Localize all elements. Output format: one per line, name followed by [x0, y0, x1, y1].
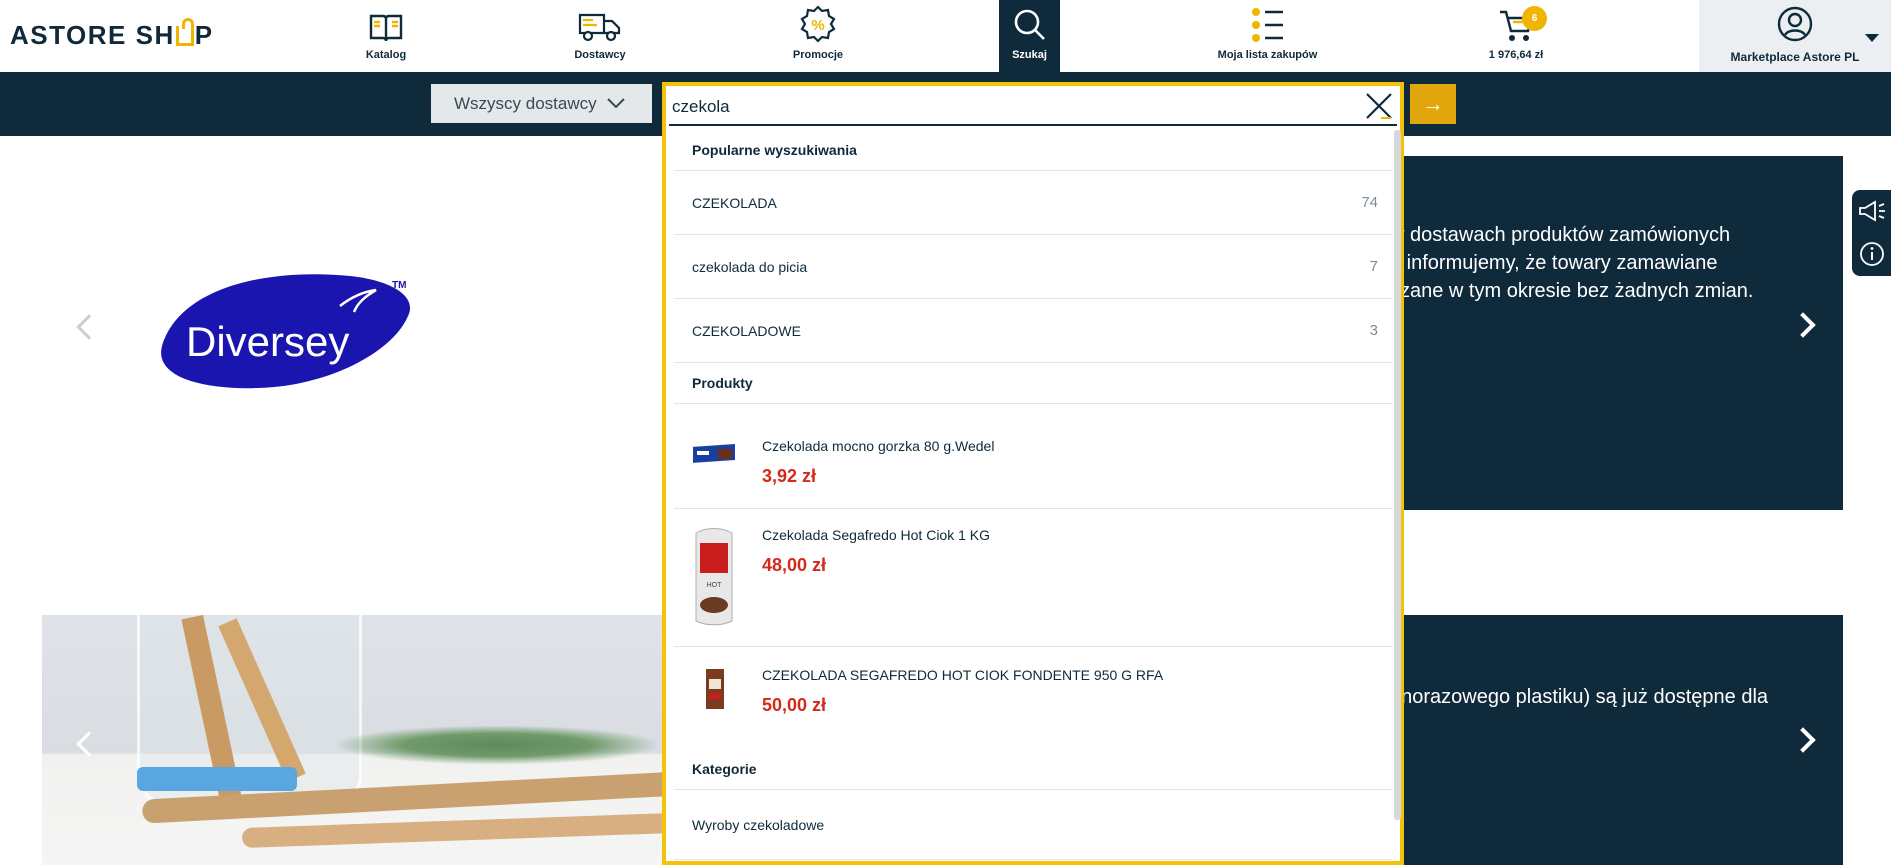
chevron-down-icon: [1865, 34, 1879, 42]
product-price: 3,92 zł: [762, 466, 817, 486]
brand-logo-text: Diversey: [186, 318, 349, 365]
product-name: Czekolada Segafredo Hot Ciok 1 KG: [762, 527, 991, 543]
product-thumbnail: [693, 444, 735, 463]
product-price: 50,00 zł: [762, 695, 827, 715]
cart-count-badge: 6: [1522, 6, 1547, 31]
megaphone-icon[interactable]: [1857, 199, 1887, 222]
product-name: CZEKOLADA SEGAFREDO HOT CIOK FONDENTE 95…: [762, 667, 1164, 683]
product-thumbnail: HOT: [695, 528, 733, 626]
account-menu[interactable]: Marketplace Astore PL: [1699, 0, 1891, 72]
nav-label: Katalog: [365, 49, 407, 61]
search-submit-button[interactable]: →: [1410, 84, 1456, 124]
product-name: Czekolada mocno gorzka 80 g.Wedel: [762, 438, 995, 454]
chevron-down-icon: [606, 97, 625, 108]
banner-line-1: w dostawach produktów zamówionych: [1390, 224, 1731, 246]
banner-line-3: czane w tym okresie bez żadnych zmian.: [1390, 280, 1754, 302]
nav-label: 1 976,64 zł: [1488, 49, 1544, 61]
nav-label: Dostawcy: [574, 49, 626, 61]
close-icon[interactable]: [1365, 92, 1393, 120]
popular-search-term: czekolada do picia: [692, 258, 808, 275]
category-suggestion[interactable]: Wyroby czekoladowe: [674, 790, 1392, 860]
popular-search-count: 74: [1361, 194, 1378, 211]
nav-moja-lista[interactable]: Moja lista zakupów: [1205, 0, 1330, 72]
svg-text:TM: TM: [392, 280, 406, 291]
product-suggestion[interactable]: HOT Czekolada Segafredo Hot Ciok 1 KG 48…: [674, 509, 1392, 647]
logo[interactable]: ASTORE SH P: [10, 18, 214, 51]
user-icon: [1777, 6, 1813, 42]
svg-text:HOT: HOT: [707, 582, 723, 589]
banner-line-bottom: dnorazowego plastiku) są już dostępne dl…: [1390, 686, 1769, 708]
nav-label: Moja lista zakupów: [1217, 49, 1318, 61]
popular-search-count: 7: [1369, 258, 1378, 275]
list-icon: [1251, 8, 1283, 42]
truck-icon: [578, 13, 621, 42]
suggestion-list: Popularne wyszukiwania CZEKOLADA 74 czek…: [674, 130, 1392, 860]
nav-dostawcy[interactable]: Dostawcy: [560, 0, 640, 72]
popular-search-term: CZEKOLADA: [692, 194, 777, 211]
carousel-prev-icon[interactable]: [76, 314, 102, 340]
carousel-next-icon[interactable]: [1790, 312, 1816, 338]
top-navigation-bar: ASTORE SH P: [0, 0, 1891, 72]
book-icon: [369, 14, 403, 42]
brand-logo: Diversey TM: [161, 274, 411, 389]
info-icon[interactable]: [1859, 241, 1885, 267]
search-icon: [1014, 9, 1045, 40]
popular-search-item[interactable]: CZEKOLADOWE 3: [674, 299, 1392, 363]
popular-search-item[interactable]: czekolada do picia 7: [674, 235, 1392, 299]
banner-line-2: e informujemy, że towary zamawiane: [1390, 252, 1718, 274]
product-price: 48,00 zł: [762, 555, 827, 575]
categories-heading: Kategorie: [674, 749, 1392, 790]
supplier-filter-label: Wszyscy dostawcy: [454, 93, 597, 113]
product-suggestion[interactable]: CZEKOLADA SEGAFREDO HOT CIOK FONDENTE 95…: [674, 647, 1392, 749]
search-input[interactable]: [669, 89, 1397, 126]
account-label: Marketplace Astore PL: [1730, 50, 1860, 64]
svg-text:%: %: [811, 17, 824, 34]
promo-banner-bottom[interactable]: dnorazowego plastiku) są już dostępne dl…: [1390, 615, 1843, 865]
nav-katalog[interactable]: Katalog: [350, 0, 422, 72]
banner-photo: [42, 615, 662, 865]
product-suggestion[interactable]: Czekolada mocno gorzka 80 g.Wedel 3,92 z…: [674, 404, 1392, 509]
carousel-prev-icon[interactable]: [76, 731, 102, 757]
products-heading: Produkty: [674, 363, 1392, 404]
side-widget: [1852, 190, 1891, 276]
product-thumbnail: [706, 669, 724, 709]
supplier-filter-select[interactable]: Wszyscy dostawcy: [431, 84, 652, 123]
promo-banner-top[interactable]: w dostawach produktów zamówionych e info…: [1390, 156, 1843, 510]
nav-promocje[interactable]: % Promocje: [780, 0, 856, 72]
popular-search-count: 3: [1369, 322, 1378, 339]
popular-searches-heading: Popularne wyszukiwania: [674, 130, 1392, 171]
nav-szukaj[interactable]: Szukaj: [999, 0, 1060, 72]
nav-label: Szukaj: [1012, 49, 1047, 61]
popular-search-term: CZEKOLADOWE: [692, 322, 801, 339]
popular-search-item[interactable]: CZEKOLADA 74: [674, 171, 1392, 235]
carousel-next-icon[interactable]: [1790, 727, 1816, 753]
percent-badge-icon: %: [800, 5, 836, 43]
nav-label: Promocje: [792, 49, 844, 61]
dropdown-scrollbar[interactable]: [1394, 130, 1401, 820]
search-dropdown: Popularne wyszukiwania CZEKOLADA 74 czek…: [662, 82, 1404, 865]
